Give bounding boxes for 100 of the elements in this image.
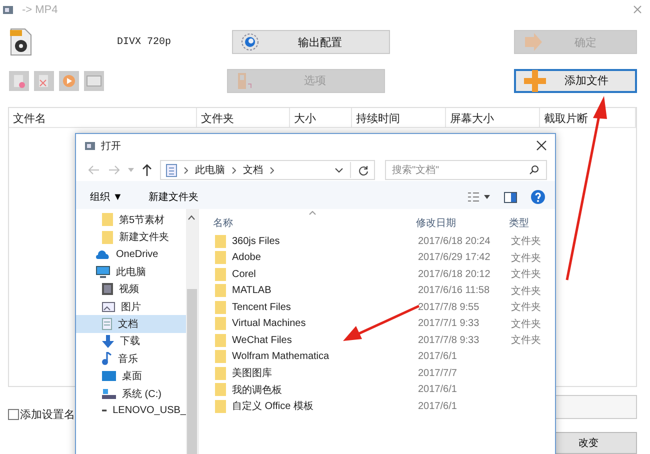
- output-settings-button[interactable]: 输出配置: [232, 30, 390, 54]
- scrollbar[interactable]: [186, 209, 198, 454]
- folder-icon: [215, 334, 226, 347]
- refresh-icon[interactable]: [358, 164, 369, 176]
- view-icon[interactable]: [468, 192, 490, 202]
- folder-icon: [215, 300, 226, 314]
- dialog-title: 打开: [101, 140, 121, 152]
- file-type: 文件夹: [511, 234, 542, 248]
- checkbox[interactable]: [8, 408, 19, 420]
- close-icon[interactable]: [536, 140, 547, 151]
- desktop-icon: [102, 371, 116, 382]
- file-type: 文件夹: [511, 334, 542, 348]
- search-field[interactable]: 搜索"文档": [385, 160, 547, 180]
- gear-icon: [241, 33, 259, 52]
- modified-date: 2017/6/1: [418, 384, 458, 396]
- breadcrumb-item[interactable]: 文档: [243, 163, 263, 177]
- drive-icon: [102, 388, 116, 399]
- folder-icon: [215, 234, 226, 248]
- file-type: 文件夹: [511, 318, 542, 331]
- scroll-up-icon[interactable]: [188, 215, 195, 220]
- cloud-icon: [96, 250, 110, 259]
- up-icon[interactable]: [142, 164, 152, 176]
- help-icon[interactable]: [531, 190, 545, 204]
- file-type: 文件夹: [511, 300, 542, 314]
- folder-icon: [215, 284, 226, 298]
- nav-item[interactable]: 下载: [76, 332, 186, 350]
- remove-file-icon[interactable]: [9, 70, 29, 91]
- music-icon: [102, 352, 112, 366]
- column-header[interactable]: 大小: [290, 108, 352, 127]
- file-type: 文件夹: [511, 268, 542, 282]
- nav-item[interactable]: LENOVO_USB_: [76, 402, 186, 420]
- window-icon[interactable]: [84, 70, 104, 91]
- modified-date: 2017/7/8 9:55: [418, 302, 480, 313]
- back-icon[interactable]: [88, 165, 100, 175]
- file-name[interactable]: 美图图库: [232, 366, 272, 380]
- column-header[interactable]: 文件名: [9, 108, 197, 127]
- organize-menu[interactable]: 组织 ▼: [84, 188, 129, 206]
- image-icon: [102, 302, 115, 312]
- arrow-icon: [523, 33, 543, 52]
- column-header[interactable]: 类型: [509, 216, 549, 230]
- file-name[interactable]: MATLAB: [232, 285, 272, 296]
- folder-icon: [215, 251, 226, 264]
- modified-date: 2017/6/18 20:24: [418, 236, 492, 247]
- document-icon: [166, 164, 177, 176]
- document-icon: [102, 318, 112, 330]
- file-name[interactable]: Virtual Machines: [232, 318, 306, 330]
- file-name[interactable]: Corel: [232, 268, 256, 280]
- window-title: -> MP4: [22, 4, 58, 16]
- checkbox-label: 添加设置名: [20, 408, 75, 422]
- delete-icon[interactable]: [34, 70, 54, 91]
- chevron-icon: [184, 166, 188, 174]
- column-header[interactable]: 屏幕大小: [446, 108, 540, 127]
- nav-item[interactable]: 图片: [76, 298, 186, 316]
- file-name[interactable]: 我的调色板: [232, 382, 282, 397]
- film-icon: [102, 283, 113, 296]
- nav-item[interactable]: 视频: [76, 280, 186, 298]
- nav-item[interactable]: 系统 (C:): [76, 384, 186, 402]
- nav-item[interactable]: 第5节素材: [76, 211, 186, 228]
- nav-item[interactable]: 此电脑: [76, 263, 186, 281]
- folder-icon: [102, 213, 113, 226]
- address-bar[interactable]: 此电脑 文档: [160, 160, 375, 180]
- new-folder-button[interactable]: 新建文件夹: [142, 188, 205, 206]
- file-name[interactable]: Wolfram Mathematica: [232, 351, 330, 362]
- chevron-icon: [270, 166, 274, 174]
- folder-icon: [215, 350, 226, 364]
- forward-icon[interactable]: [108, 165, 120, 175]
- modified-date: 2017/6/1: [418, 351, 458, 362]
- nav-item[interactable]: 桌面: [76, 368, 186, 385]
- folder-icon: [215, 383, 226, 396]
- folder-icon: [215, 400, 226, 413]
- film-icon: [236, 72, 254, 90]
- dropdown-icon[interactable]: [335, 168, 343, 172]
- breadcrumb-item[interactable]: 此电脑: [195, 163, 225, 177]
- nav-item[interactable]: 文档: [76, 315, 186, 333]
- folder-icon: [215, 366, 226, 380]
- nav-item[interactable]: 新建文件夹: [76, 228, 186, 246]
- modified-date: 2017/7/8 9:33: [418, 334, 480, 346]
- modified-date: 2017/6/16 11:58: [418, 285, 491, 296]
- file-name[interactable]: WeChat Files: [232, 334, 292, 346]
- preview-pane-icon[interactable]: [504, 192, 517, 202]
- download-icon: [102, 334, 114, 348]
- file-name[interactable]: 360js Files: [232, 236, 280, 247]
- add-file-button[interactable]: 添加文件: [514, 68, 637, 93]
- modified-date: 2017/6/1: [418, 400, 458, 412]
- sort-icon: [309, 211, 316, 215]
- folder-icon: [215, 268, 226, 281]
- column-header[interactable]: 持续时间: [352, 108, 446, 127]
- file-type: 文件夹: [511, 252, 542, 265]
- folder-icon: [102, 230, 113, 244]
- monitor-icon: [96, 266, 110, 278]
- column-header[interactable]: 修改日期: [416, 216, 509, 230]
- column-header[interactable]: 名称: [213, 216, 416, 230]
- file-name[interactable]: Adobe: [232, 252, 261, 264]
- modified-date: 2017/6/18 20:12: [418, 268, 492, 280]
- file-name[interactable]: Tencent Files: [232, 302, 291, 313]
- nav-item[interactable]: OneDrive: [76, 246, 186, 264]
- column-header[interactable]: 文件夹: [196, 108, 290, 127]
- nav-item[interactable]: 音乐: [76, 350, 186, 368]
- file-name[interactable]: 自定义 Office 模板: [232, 399, 314, 414]
- play-icon[interactable]: [59, 70, 79, 91]
